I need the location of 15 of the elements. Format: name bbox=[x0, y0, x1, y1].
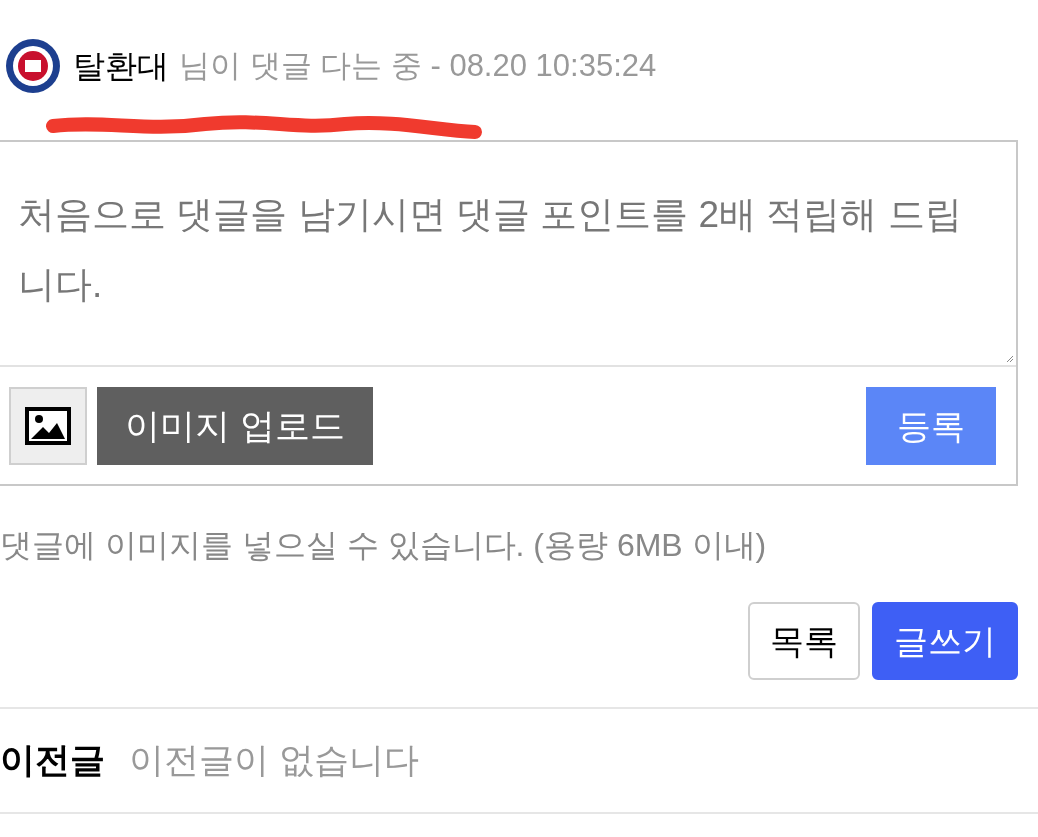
submit-button[interactable]: 등록 bbox=[866, 387, 996, 465]
typing-status: 님이 댓글 다는 중 - 08.20 10:35:24 bbox=[179, 46, 657, 85]
image-icon bbox=[25, 407, 71, 445]
prev-post-value: 이전글이 없습니다 bbox=[129, 739, 419, 782]
list-button[interactable]: 목록 bbox=[748, 602, 860, 680]
upload-note: 댓글에 이미지를 넣으실 수 있습니다. (용량 6MB 이내) bbox=[0, 526, 768, 565]
comment-field[interactable]: 처음으로 댓글을 남기시면 댓글 포인트를 2배 적립해 드립니다. bbox=[0, 142, 1016, 367]
prev-post-label: 이전글 bbox=[0, 739, 105, 782]
comment-placeholder: 처음으로 댓글을 남기시면 댓글 포인트를 2배 적립해 드립니다. bbox=[18, 193, 963, 307]
write-button[interactable]: 글쓰기 bbox=[872, 602, 1018, 680]
upload-button[interactable]: 이미지 업로드 bbox=[97, 387, 373, 465]
resize-handle-icon[interactable] bbox=[1006, 355, 1014, 363]
user-name: 탈환대 bbox=[73, 47, 169, 86]
emblem-icon bbox=[5, 38, 61, 94]
image-button[interactable] bbox=[9, 387, 87, 465]
